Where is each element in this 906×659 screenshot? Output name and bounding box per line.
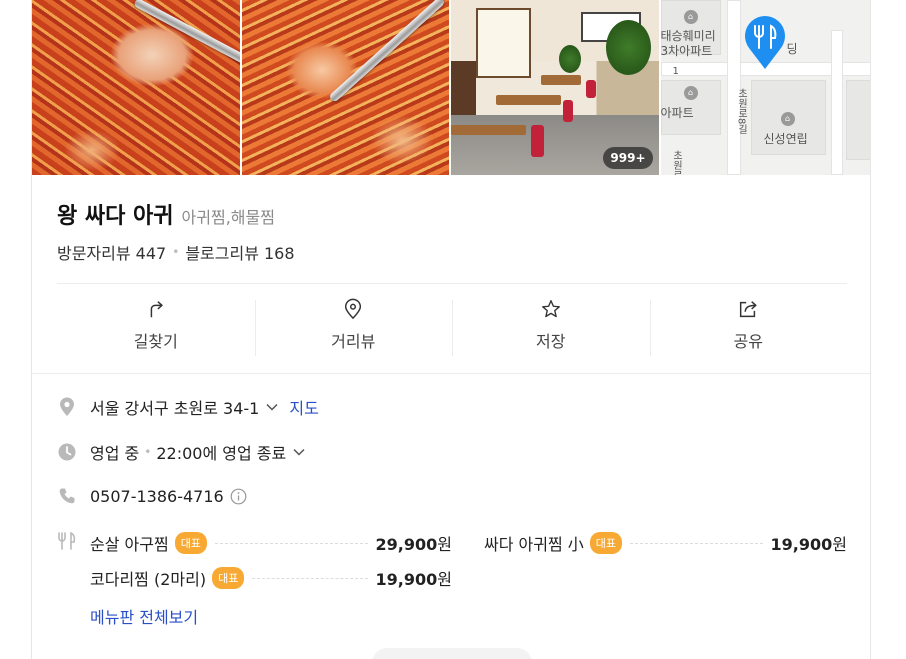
directions-label: 길찾기	[133, 332, 178, 351]
map-building	[845, 80, 870, 160]
phone-number[interactable]: 0507-1386-4716	[90, 487, 224, 506]
table-graphic	[496, 95, 561, 105]
menu-board-graphic	[476, 8, 531, 78]
view-full-menu-link[interactable]: 메뉴판 전체보기	[90, 604, 198, 628]
menu-item-name: 싸다 아귀찜 小	[484, 535, 584, 554]
food-photo-1[interactable]	[32, 0, 240, 175]
map-label: 초원로8길	[735, 88, 747, 135]
map-road	[830, 30, 843, 175]
divider	[32, 373, 870, 374]
photo-strip: 999+ ⌂ 태승훼미리 3차아파트 1 ⌂ 아파트 ⌂ 신성연립 초원로8길 …	[32, 0, 870, 175]
review-summary: 방문자리뷰 447 • 블로그리뷰 168	[57, 240, 295, 264]
place-title-row: 왕 싸다 아귀 아귀찜,해물찜	[57, 198, 275, 230]
menu-item: 코다리찜 (2마리) 대표 19,900원	[90, 566, 452, 590]
tongs-graphic	[133, 0, 240, 72]
map-label: 딩	[786, 42, 798, 56]
plant-graphic	[559, 45, 581, 73]
chevron-down-icon[interactable]	[265, 400, 279, 414]
info-icon[interactable]	[230, 488, 247, 505]
map-poi-icon: ⌂	[683, 10, 698, 24]
phone-icon	[59, 488, 75, 504]
utensils-icon	[58, 531, 76, 550]
menu-item: 싸다 아귀찜 小 대표 19,900원	[484, 531, 847, 555]
map-label: 아파트	[660, 106, 694, 120]
food-photo-2[interactable]	[241, 0, 449, 175]
divider	[57, 283, 847, 284]
menu-item-price: 19,900원	[770, 535, 847, 554]
phone-row: 0507-1386-4716	[57, 486, 247, 506]
chevron-down-icon[interactable]	[292, 445, 306, 459]
address-row: 서울 강서구 초원로 34-1 지도	[57, 395, 319, 419]
action-bar: 길찾기 거리뷰 저장 공유	[57, 290, 847, 360]
share-button[interactable]: 공유	[649, 290, 848, 360]
street-view-label: 거리뷰	[331, 332, 376, 351]
map-poi-icon: ⌂	[780, 112, 795, 126]
separator-dot: •	[144, 445, 152, 459]
chair-graphic	[531, 125, 544, 157]
directions-arrow-icon	[150, 301, 163, 318]
map-label: 1	[672, 66, 679, 77]
visitor-review-link[interactable]: 방문자리뷰 447	[57, 240, 166, 264]
map-label: 신성연립	[763, 132, 808, 146]
place-name: 왕 싸다 아귀	[57, 204, 174, 229]
blog-review-link[interactable]: 블로그리뷰 168	[185, 240, 294, 264]
map-thumbnail[interactable]: ⌂ 태승훼미리 3차아파트 1 ⌂ 아파트 ⌂ 신성연립 초원로8길 초원로2길…	[660, 0, 870, 175]
more-button[interactable]	[372, 648, 532, 659]
directions-button[interactable]: 길찾기	[57, 290, 255, 360]
menu-view-all-row: 메뉴판 전체보기	[90, 604, 198, 628]
save-label: 저장	[536, 332, 566, 351]
signature-tag: 대표	[212, 567, 245, 589]
signature-tag: 대표	[589, 532, 623, 554]
map-link[interactable]: 지도	[289, 395, 318, 419]
restaurant-pin-icon[interactable]	[743, 14, 787, 70]
dotted-leader	[252, 577, 368, 579]
separator-dot: •	[172, 245, 180, 259]
menu-item-name: 코다리찜 (2마리)	[90, 570, 207, 589]
place-category: 아귀찜,해물찜	[181, 208, 275, 227]
share-icon	[740, 301, 757, 318]
menu-item-name: 순살 아구찜	[90, 535, 169, 554]
clock-icon	[58, 443, 76, 461]
chair-graphic	[586, 80, 596, 98]
street-view-button[interactable]: 거리뷰	[254, 290, 453, 360]
table-graphic	[451, 125, 526, 135]
table-graphic	[541, 75, 581, 85]
location-pin-icon	[345, 298, 362, 320]
place-card: 999+ ⌂ 태승훼미리 3차아파트 1 ⌂ 아파트 ⌂ 신성연립 초원로8길 …	[31, 0, 871, 659]
photo-count-badge[interactable]: 999+	[603, 147, 653, 169]
interior-photo[interactable]: 999+	[451, 0, 659, 175]
open-status: 영업 중	[90, 444, 140, 463]
menu-item-price: 29,900원	[375, 535, 452, 554]
chair-graphic	[563, 100, 573, 122]
dotted-leader	[630, 542, 763, 544]
map-marker-icon	[60, 397, 74, 416]
tongs-graphic	[327, 0, 446, 104]
hours-row: 영업 중 • 22:00에 영업 종료	[57, 440, 306, 464]
map-label: 초원로2길	[670, 150, 682, 175]
map-label: 3차아파트	[660, 44, 713, 58]
map-poi-icon: ⌂	[683, 86, 698, 100]
dotted-leader	[214, 542, 368, 544]
save-button[interactable]: 저장	[452, 290, 650, 360]
menu-item: 순살 아구찜 대표 29,900원	[90, 531, 452, 555]
plant-graphic	[606, 20, 651, 75]
star-icon	[541, 300, 560, 318]
share-label: 공유	[733, 332, 763, 351]
address-text: 서울 강서구 초원로 34-1	[90, 399, 260, 418]
menu-item-price: 19,900원	[375, 570, 452, 589]
closing-time: 22:00에 영업 종료	[156, 444, 287, 463]
signature-tag: 대표	[174, 532, 207, 554]
